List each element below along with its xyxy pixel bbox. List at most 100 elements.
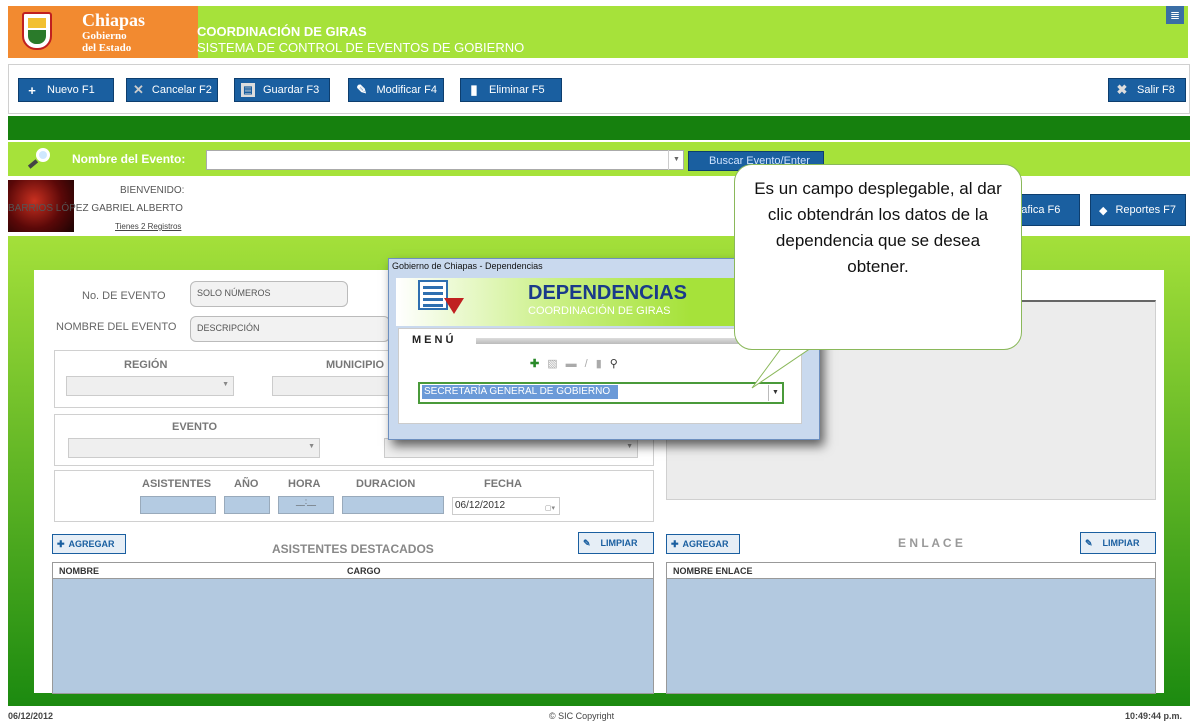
plus-icon: ✚	[671, 538, 679, 549]
eliminar-label: Eliminar F5	[489, 84, 545, 96]
nombre-evento-input[interactable]: DESCRIPCIÓN	[190, 316, 390, 342]
nombre-evento-label: NOMBRE DEL EVENTO	[56, 321, 177, 333]
save-icon[interactable]: ▬	[566, 358, 585, 370]
no-evento-label: No. DE EVENTO	[82, 290, 166, 302]
logo-title: Chiapas	[82, 10, 146, 30]
search-label: Nombre del Evento:	[72, 152, 186, 166]
eraser-icon: ✎	[1085, 537, 1093, 548]
col-nombre-enlace: NOMBRE ENLACE	[673, 566, 753, 576]
eraser-icon: ✎	[583, 537, 591, 548]
agregar-enlace-button[interactable]: ✚ AGREGAR	[666, 534, 740, 554]
search-icon[interactable]: ⚲	[610, 358, 626, 370]
salir-button[interactable]: ✖ Salir F8	[1108, 78, 1186, 102]
calendar-icon[interactable]: ▢▾	[545, 501, 555, 517]
pencil-icon: ✎	[356, 82, 368, 97]
enlace-table[interactable]: NOMBRE ENLACE	[666, 562, 1156, 694]
agregar-asistente-button[interactable]: ✚ AGREGAR	[52, 534, 126, 554]
evento-label: EVENTO	[172, 421, 218, 433]
hora-label: HORA	[288, 478, 321, 490]
agregar-label: AGREGAR	[68, 539, 115, 549]
nuevo-button[interactable]: + Nuevo F1	[18, 78, 114, 102]
welcome-label: BIENVENIDO:	[120, 185, 185, 196]
col-cargo: CARGO	[347, 566, 381, 576]
enlace-title: E N L A C E	[898, 536, 963, 550]
eliminar-button[interactable]: ▮ Eliminar F5	[460, 78, 562, 102]
logo-subtitle: Gobierno del Estado	[82, 30, 132, 54]
dialog-subheading: COORDINACIÓN DE GIRAS	[528, 305, 671, 317]
col-nombre: NOMBRE	[59, 566, 99, 576]
table-header: NOMBRE CARGO	[53, 563, 653, 579]
footer-copyright: © SIC Copyright	[549, 711, 615, 721]
chevron-down-icon: ▼	[222, 381, 229, 388]
cancelar-label: Cancelar F2	[151, 84, 212, 96]
chevron-down-icon: ▼	[626, 443, 633, 450]
duracion-label: DURACION	[356, 478, 416, 490]
nuevo-label: Nuevo F1	[47, 84, 95, 96]
report-icon: ◆	[1099, 204, 1108, 217]
asistentes-input[interactable]	[140, 496, 216, 514]
asistentes-title: ASISTENTES DESTACADOS	[272, 542, 434, 556]
asistentes-label: ASISTENTES	[142, 478, 212, 490]
modificar-label: Modificar F4	[376, 84, 437, 96]
menu-bar	[476, 338, 746, 344]
pencil-icon[interactable]: /	[585, 358, 596, 370]
reportes-label: Reportes F7	[1115, 204, 1176, 216]
region-select[interactable]: ▼	[66, 376, 234, 396]
footer-date: 06/12/2012	[8, 711, 54, 721]
plus-icon: ✚	[57, 538, 65, 549]
footer-time: 10:49:44 p.m.	[1125, 711, 1183, 721]
plus-icon: +	[28, 82, 36, 98]
no-evento-input[interactable]: SOLO NÚMEROS	[190, 281, 348, 307]
guardar-button[interactable]: ▤ Guardar F3	[234, 78, 330, 102]
reportes-button[interactable]: ◆ Reportes F7	[1090, 194, 1186, 226]
agregar-label: AGREGAR	[682, 539, 729, 549]
document-download-icon	[418, 280, 464, 318]
fecha-label: FECHA	[484, 478, 522, 490]
coat-of-arms-icon	[22, 12, 52, 50]
cancelar-button[interactable]: ✕ Cancelar F2	[126, 78, 218, 102]
callout-text: Es un campo desplegable, al dar clic obt…	[754, 179, 1002, 276]
fecha-input[interactable]: 06/12/2012 ▢▾	[452, 497, 560, 515]
exit-icon: ✖	[1116, 82, 1128, 97]
region-label: REGIÓN	[124, 359, 168, 371]
limpiar-enlace-button[interactable]: ✎ LIMPIAR	[1080, 532, 1156, 554]
municipio-select[interactable]	[272, 376, 392, 396]
cancel-icon[interactable]: ▧	[547, 358, 565, 370]
trash-icon: ▮	[470, 82, 478, 97]
duracion-input[interactable]	[342, 496, 444, 514]
menu-label: MENÚ	[412, 334, 457, 346]
app-title: COORDINACIÓN DE GIRAS	[197, 24, 367, 39]
anio-input[interactable]	[224, 496, 270, 514]
add-icon[interactable]: ✚	[530, 358, 547, 370]
table-header: NOMBRE ENLACE	[667, 563, 1155, 579]
chevron-down-icon[interactable]: ▼	[668, 150, 684, 170]
limpiar-label: LIMPIAR	[1102, 538, 1140, 548]
hora-input[interactable]: __:__	[278, 496, 334, 514]
modificar-button[interactable]: ✎ Modificar F4	[348, 78, 444, 102]
search-input[interactable]	[206, 150, 684, 170]
guardar-label: Guardar F3	[263, 84, 320, 96]
x-icon: ✕	[133, 82, 144, 97]
save-icon: ▤	[241, 83, 255, 97]
limpiar-label: LIMPIAR	[600, 538, 638, 548]
divider-band	[8, 116, 1190, 140]
trash-icon[interactable]: ▮	[596, 358, 610, 370]
minimize-icon[interactable]: ≣	[1166, 6, 1184, 24]
dialog-heading: DEPENDENCIAS	[528, 282, 687, 304]
salir-label: Salir F8	[1137, 84, 1175, 96]
limpiar-asistentes-button[interactable]: ✎ LIMPIAR	[578, 532, 654, 554]
chevron-down-icon: ▼	[308, 443, 315, 450]
fecha-value: 06/12/2012	[455, 500, 506, 511]
anio-label: AÑO	[234, 478, 259, 490]
asistentes-table[interactable]: NOMBRE CARGO	[52, 562, 654, 694]
dependencia-selected: SECRETARÍA GENERAL DE GOBIERNO	[422, 385, 618, 399]
magnifier-icon	[27, 148, 50, 170]
chiapas-logo: Chiapas Gobierno del Estado	[8, 6, 198, 58]
records-link[interactable]: Tienes 2 Registros	[115, 222, 181, 231]
municipio-label: MUNICIPIO	[326, 359, 385, 371]
tipo-evento-select[interactable]: ▼	[384, 438, 638, 458]
evento-select[interactable]: ▼	[68, 438, 320, 458]
dialog-title: Gobierno de Chiapas - Dependencias	[392, 261, 543, 271]
user-name: BARRIOS LÓPEZ GABRIEL ALBERTO	[8, 203, 183, 214]
dialog-toolbar: ✚▧▬/▮⚲	[530, 357, 626, 370]
